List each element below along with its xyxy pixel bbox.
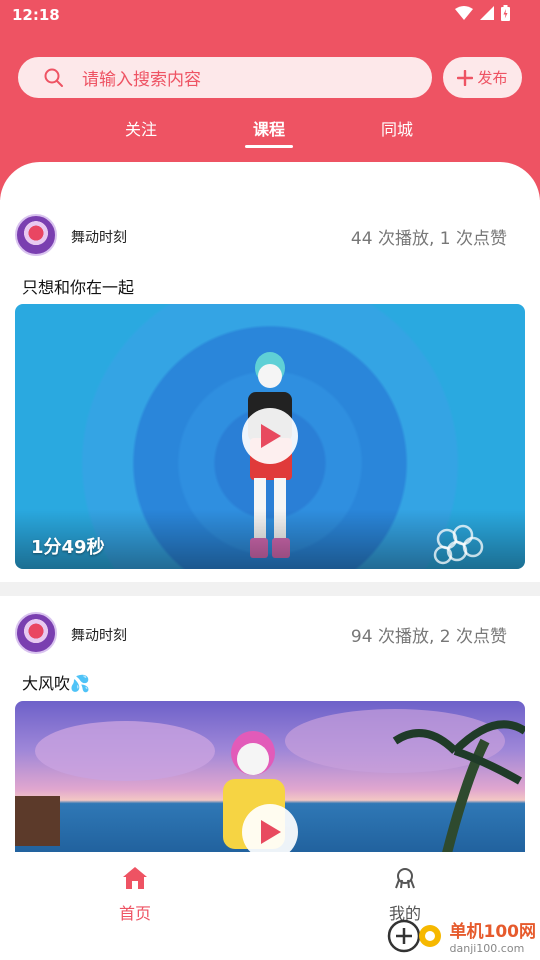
tab-local[interactable]: 同城 xyxy=(362,116,432,140)
author-name[interactable]: 舞动时刻 xyxy=(71,625,127,645)
search-placeholder: 请输入搜索内容 xyxy=(82,70,201,90)
post-header: 舞动时刻 44 次播放, 1 次点赞 xyxy=(15,214,525,258)
tab-courses[interactable]: 课程 xyxy=(234,116,304,140)
author-name[interactable]: 舞动时刻 xyxy=(71,227,127,247)
post-stats: 44 次播放, 1 次点赞 xyxy=(350,229,507,249)
play-button[interactable] xyxy=(242,408,298,464)
battery-icon xyxy=(501,5,510,21)
status-icons xyxy=(455,5,510,21)
post-title: 只想和你在一起 xyxy=(22,278,135,297)
search-icon xyxy=(44,68,63,87)
bottom-nav: 首页 我的 单机100网 danji100.com xyxy=(0,852,540,960)
nav-home[interactable]: 首页 xyxy=(85,866,185,924)
post-header: 舞动时刻 94 次播放, 2 次点赞 xyxy=(15,612,525,656)
watermark-url: danji100.com xyxy=(449,942,525,955)
wifi-icon xyxy=(455,6,473,20)
watermark-name: 单机100网 xyxy=(449,922,537,942)
active-tab-indicator xyxy=(245,145,293,148)
avatar[interactable] xyxy=(15,214,57,256)
brand-rings-icon xyxy=(433,524,484,565)
video-thumbnail[interactable]: 1分49秒 xyxy=(15,304,525,569)
play-icon xyxy=(261,424,281,448)
status-time: 12:18 xyxy=(12,6,60,24)
plus-icon xyxy=(457,69,474,86)
tab-follow[interactable]: 关注 xyxy=(106,116,176,140)
publish-button[interactable]: 发布 xyxy=(443,57,522,98)
tab-bar: 关注 课程 同城 xyxy=(0,116,540,156)
profile-icon xyxy=(395,868,415,889)
publish-label: 发布 xyxy=(477,69,508,87)
nav-home-label: 首页 xyxy=(118,904,151,923)
search-input[interactable]: 请输入搜索内容 xyxy=(18,57,432,98)
watermark: 单机100网 danji100.com xyxy=(386,916,537,956)
avatar[interactable] xyxy=(15,612,57,654)
post-title: 大风吹💦 xyxy=(22,674,90,693)
play-icon xyxy=(261,820,281,844)
watermark-logo-icon xyxy=(387,919,441,953)
watermark-text: 单机100网 danji100.com xyxy=(450,917,537,955)
feed-divider xyxy=(0,582,540,596)
video-thumbnail[interactable] xyxy=(15,701,525,852)
video-duration: 1分49秒 xyxy=(31,537,105,558)
play-button[interactable] xyxy=(242,804,298,852)
feed[interactable]: 舞动时刻 44 次播放, 1 次点赞 只想和你在一起 1分49秒 舞动时刻 94… xyxy=(0,162,540,852)
home-icon xyxy=(123,867,147,889)
feed-post: 舞动时刻 44 次播放, 1 次点赞 只想和你在一起 1分49秒 xyxy=(0,214,540,574)
signal-icon xyxy=(480,6,494,20)
feed-post: 舞动时刻 94 次播放, 2 次点赞 大风吹💦 xyxy=(0,612,540,852)
post-stats: 94 次播放, 2 次点赞 xyxy=(350,627,507,647)
status-bar: 12:18 xyxy=(0,0,540,32)
